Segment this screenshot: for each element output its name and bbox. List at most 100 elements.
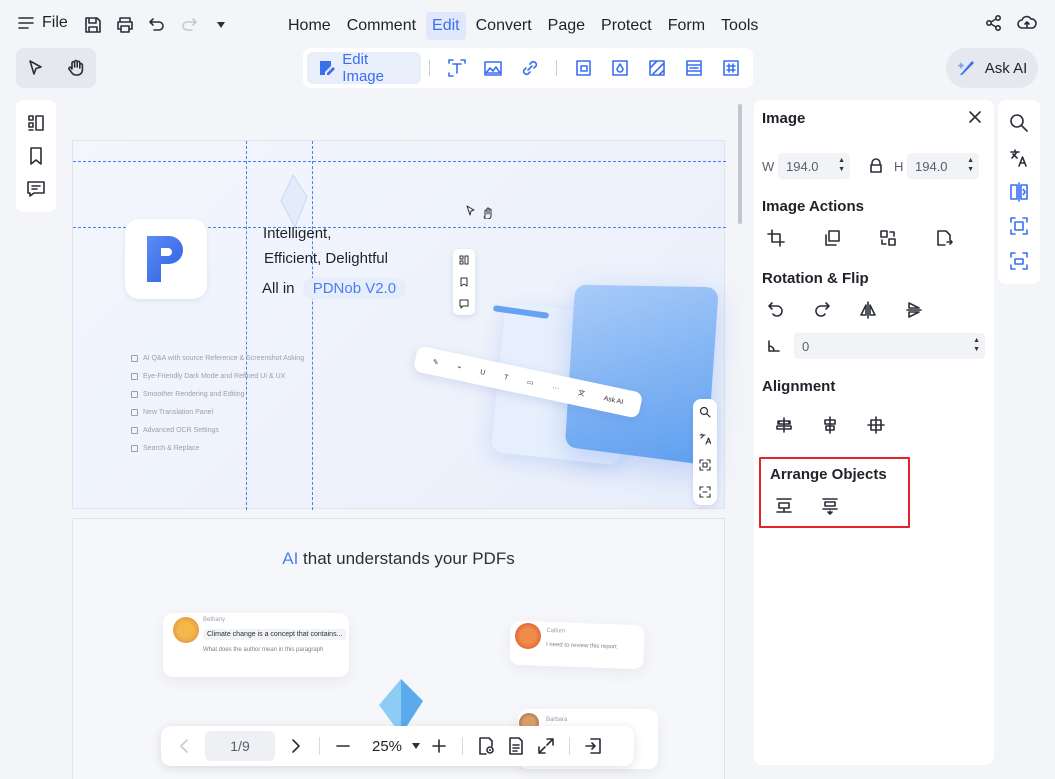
redo-icon[interactable] (178, 14, 200, 36)
align-right-icon[interactable] (864, 413, 888, 437)
tab-convert[interactable]: Convert (470, 12, 538, 40)
mock-pointer-icons (465, 205, 497, 219)
hero-version-badge: PDNob V2.0 (303, 278, 406, 299)
width-stepper-icon[interactable]: ▲ ▼ (838, 156, 845, 174)
tab-comment[interactable]: Comment (341, 12, 422, 40)
hamburger-icon (18, 16, 34, 30)
top-menu-bar: File Home Comment Edit Convert Page Prot… (0, 0, 1055, 50)
extract-image-icon[interactable] (932, 226, 956, 250)
fullscreen-icon[interactable] (531, 731, 561, 761)
edit-image-label: Edit Image (342, 51, 411, 85)
pdf-page-1[interactable]: Intelligent, Efficient, Delightful All i… (72, 140, 725, 509)
undo-icon[interactable] (146, 14, 168, 36)
avatar (173, 617, 199, 643)
list-item: Advanced OCR Settings (131, 421, 304, 439)
bates-number-icon[interactable] (712, 52, 749, 84)
selection-guide (73, 161, 726, 162)
list-item: AI Q&A with source Reference & Screensho… (131, 349, 304, 367)
edit-toolbar: Edit Image (303, 48, 753, 88)
add-image-icon[interactable] (475, 52, 512, 84)
comments-panel-icon[interactable] (26, 179, 46, 199)
go-to-last-page-icon[interactable] (578, 731, 608, 761)
lock-aspect-icon[interactable] (869, 158, 883, 174)
zoom-in-icon[interactable] (424, 731, 454, 761)
thumbnails-icon[interactable] (26, 113, 46, 133)
select-pointer-icon[interactable] (27, 59, 45, 77)
file-menu[interactable]: File (18, 14, 68, 32)
pdnob-logo (125, 219, 207, 299)
align-left-icon[interactable] (772, 413, 796, 437)
add-link-icon[interactable] (512, 52, 549, 84)
rotate-left-icon[interactable] (764, 298, 788, 322)
avatar (515, 623, 541, 649)
share-icon[interactable] (985, 14, 1003, 32)
height-input[interactable]: 194.0 ▲ ▼ (907, 153, 979, 179)
tab-page[interactable]: Page (542, 12, 591, 40)
list-item: New Translation Panel (131, 403, 304, 421)
flip-vertical-icon[interactable] (902, 298, 926, 322)
tab-edit[interactable]: Edit (426, 12, 466, 40)
background-icon[interactable] (639, 52, 676, 84)
arrange-objects-highlight (759, 457, 910, 528)
image-properties-panel: Image W 194.0 ▲ ▼ H 194.0 ▲ ▼ Image Action… (754, 100, 994, 765)
align-center-icon[interactable] (818, 413, 842, 437)
width-input[interactable]: 194.0 ▲ ▼ (778, 153, 850, 179)
screenshot-icon[interactable] (1009, 251, 1029, 271)
flip-horizontal-icon[interactable] (856, 298, 880, 322)
close-icon[interactable] (968, 110, 982, 124)
height-stepper-icon[interactable]: ▲ ▼ (967, 156, 974, 174)
page-view-icon[interactable] (471, 731, 501, 761)
zoom-out-icon[interactable] (328, 731, 358, 761)
list-item: Smoother Rendering and Editing (131, 385, 304, 403)
quick-access-dropdown-icon[interactable] (210, 14, 232, 36)
add-text-icon[interactable] (438, 52, 475, 84)
search-icon[interactable] (1009, 113, 1029, 133)
replace-image-icon[interactable] (876, 226, 900, 250)
list-item: Eye-Friendly Dark Mode and Refined UI & … (131, 367, 304, 385)
fit-page-icon[interactable] (501, 731, 531, 761)
ocr-icon[interactable] (1009, 216, 1029, 236)
rotation-stepper-icon[interactable]: ▲ ▼ (973, 336, 980, 354)
cloud-upload-icon[interactable] (1017, 14, 1037, 32)
tab-protect[interactable]: Protect (595, 12, 658, 40)
mock-right-rail (693, 399, 717, 505)
rotation-angle-icon (762, 334, 786, 358)
crop-icon[interactable] (764, 226, 788, 250)
save-icon[interactable] (82, 14, 104, 36)
print-icon[interactable] (114, 14, 136, 36)
watermark-icon[interactable] (602, 52, 639, 84)
previous-page-icon[interactable] (169, 731, 199, 761)
bookmark-icon[interactable] (26, 146, 46, 166)
header-footer-icon[interactable] (676, 52, 713, 84)
ask-ai-button[interactable]: Ask AI (946, 48, 1038, 88)
zoom-level[interactable]: 25% (372, 738, 402, 755)
compare-icon[interactable] (1009, 182, 1029, 202)
tab-form[interactable]: Form (662, 12, 711, 40)
document-scrollbar[interactable] (738, 104, 742, 224)
next-page-icon[interactable] (281, 731, 311, 761)
tab-home[interactable]: Home (282, 12, 337, 40)
page2-title: AI that understands your PDFs (73, 549, 724, 569)
hand-tool-icon[interactable] (67, 59, 85, 77)
edit-image-button[interactable]: Edit Image (307, 52, 421, 84)
image-actions-title: Image Actions (762, 198, 864, 215)
crop-page-icon[interactable] (565, 52, 602, 84)
pointer-tools (16, 48, 96, 88)
translate-icon[interactable] (1009, 148, 1029, 168)
hero-line-3-prefix: All in (262, 280, 295, 297)
document-viewport[interactable]: Intelligent, Efficient, Delightful All i… (62, 96, 745, 779)
rotation-angle-input[interactable]: 0 ▲ ▼ (794, 333, 985, 359)
ask-ai-icon (957, 58, 977, 78)
mock-left-rail (453, 249, 475, 315)
page-navigation-bar: 1/9 25% (161, 726, 634, 766)
file-label: File (42, 14, 68, 32)
page-indicator[interactable]: 1/9 (205, 731, 275, 761)
copy-image-icon[interactable] (820, 226, 844, 250)
rotation-flip-title: Rotation & Flip (762, 270, 869, 287)
list-item: Search & Replace (131, 439, 304, 457)
feature-list: AI Q&A with source Reference & Screensho… (131, 349, 304, 457)
tab-tools[interactable]: Tools (715, 12, 764, 40)
zoom-dropdown-icon[interactable] (408, 731, 424, 761)
toolbar-divider (429, 60, 430, 76)
rotate-right-icon[interactable] (810, 298, 834, 322)
